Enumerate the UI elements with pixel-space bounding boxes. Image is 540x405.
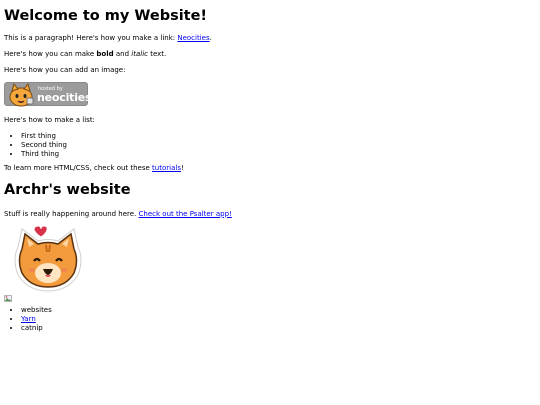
neocities-cat-icon [9, 82, 34, 107]
example-list: First thing Second thing Third thing [4, 132, 536, 158]
psalter-app-link[interactable]: Check out the Psalter app! [139, 210, 232, 218]
list-item-catnip: catnip [21, 324, 536, 333]
link-paragraph-text: This is a paragraph! Here's how you make… [4, 34, 178, 43]
list-item: Third thing [21, 150, 536, 159]
cat-heart-sticker-icon [14, 225, 82, 292]
link-paragraph: This is a paragraph! Here's how you make… [4, 34, 536, 43]
site-heading: Archr's website [4, 182, 131, 199]
list-item: Second thing [21, 141, 536, 150]
hosted-by-neocities-badge[interactable]: hosted by neocities [4, 81, 92, 107]
tutorial-text-end: ! [180, 164, 184, 173]
list-item: First thing [21, 132, 536, 141]
neocities-link[interactable]: Neocities [177, 34, 209, 42]
yarn-link[interactable]: Yarn [21, 315, 36, 323]
broken-image-icon [4, 295, 12, 303]
format-text-middle: and [113, 50, 132, 59]
interests-list: websites Yarn catnip [4, 306, 536, 332]
tutorial-text: To learn more HTML/CSS, check out these [4, 164, 153, 173]
format-text-start: Here's how you can make [4, 50, 97, 59]
bold-text: bold [96, 50, 114, 59]
hosted-by-neocities-badge-wrap: hosted by neocities [4, 81, 536, 109]
list-item-websites: websites [21, 306, 536, 315]
stuff-text: Stuff is really happening around here. [4, 209, 139, 218]
badge-big-text: neocities [37, 90, 92, 104]
link-paragraph-end: . [209, 34, 212, 43]
italic-text: italic [131, 50, 148, 59]
stuff-paragraph: Stuff is really happening around here. C… [4, 210, 536, 219]
image-paragraph: Here's how you can add an image: [4, 65, 126, 74]
list-item-yarn: Yarn [21, 315, 536, 324]
tutorial-paragraph: To learn more HTML/CSS, check out these … [4, 164, 536, 173]
page-title: Welcome to my Website! [4, 8, 208, 24]
format-text-end: text. [147, 50, 167, 59]
format-paragraph: Here's how you can make bold and italic … [4, 50, 536, 59]
tutorials-link[interactable]: tutorials [152, 164, 181, 172]
page-content: Welcome to my Website! This is a paragra… [0, 0, 540, 333]
list-paragraph: Here's how to make a list: [4, 116, 95, 125]
